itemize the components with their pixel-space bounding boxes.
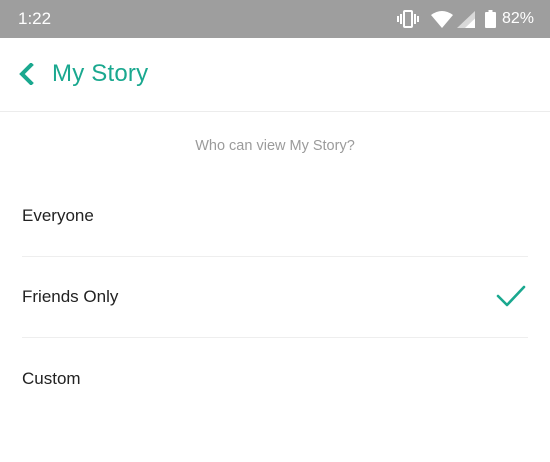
- status-time: 1:22: [18, 9, 52, 28]
- wifi-icon: [430, 10, 453, 28]
- option-everyone[interactable]: Everyone: [0, 176, 550, 256]
- app-header: My Story: [0, 38, 550, 112]
- option-custom[interactable]: Custom: [0, 339, 550, 419]
- status-icons: 82%: [396, 8, 534, 30]
- visibility-question: Who can view My Story?: [195, 138, 355, 154]
- option-label: Custom: [22, 369, 81, 388]
- vibrate-icon: [396, 10, 419, 28]
- cell-signal-icon: [456, 10, 475, 28]
- battery-percent: 82%: [501, 10, 534, 27]
- chevron-left-icon: [19, 63, 34, 85]
- option-label: Everyone: [22, 206, 94, 225]
- battery-icon: [484, 10, 496, 28]
- page-title: My Story: [52, 60, 149, 87]
- checkmark-icon: [496, 285, 526, 307]
- option-label: Friends Only: [22, 287, 119, 306]
- divider: [22, 337, 528, 338]
- status-bar: 1:22 82%: [0, 0, 550, 38]
- back-button[interactable]: [12, 60, 40, 88]
- option-friends-only[interactable]: Friends Only: [0, 257, 550, 337]
